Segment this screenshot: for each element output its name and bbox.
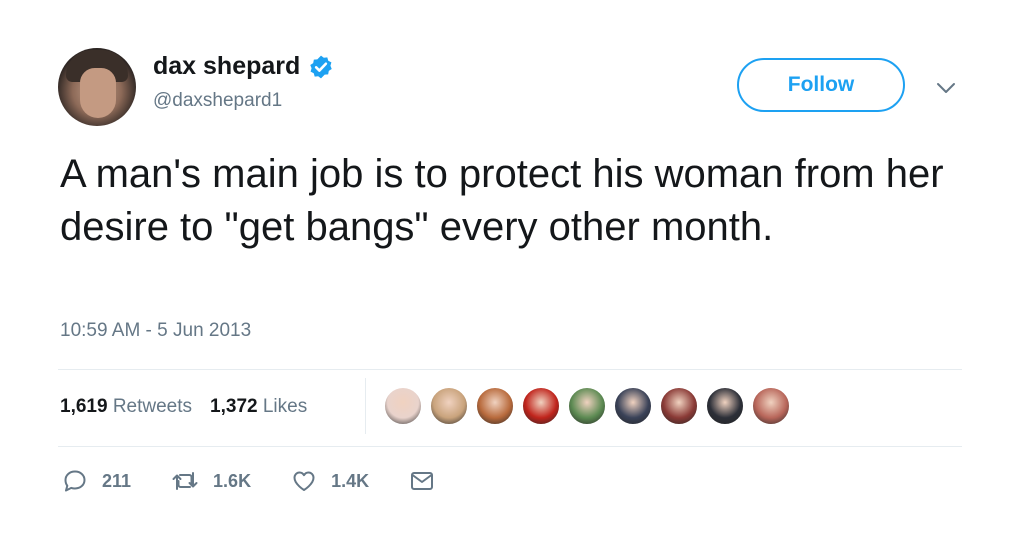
likes-label: Likes xyxy=(262,396,308,417)
liker-avatar-9[interactable] xyxy=(752,387,790,425)
avatar-face xyxy=(80,68,116,118)
liker-avatar-3[interactable] xyxy=(476,387,514,425)
retweets-stat[interactable]: 1,619 Retweets xyxy=(60,396,192,418)
author-name-row: dax shepard xyxy=(153,52,334,81)
retweets-count: 1,619 xyxy=(60,396,108,417)
likes-count: 1,372 xyxy=(210,396,258,417)
likes-stat[interactable]: 1,372 Likes xyxy=(210,396,307,418)
retweet-count: 1.6K xyxy=(213,470,252,491)
avatar[interactable] xyxy=(58,48,136,126)
tweet-timestamp[interactable]: 10:59 AM - 5 Jun 2013 xyxy=(60,320,251,342)
like-button[interactable]: 1.4K xyxy=(291,468,369,494)
liker-avatar-4[interactable] xyxy=(522,387,560,425)
stats-separator xyxy=(365,378,366,434)
reply-icon xyxy=(64,470,86,492)
retweets-label: Retweets xyxy=(112,396,193,417)
chevron-down-icon[interactable] xyxy=(935,80,957,96)
user-handle[interactable]: @daxshepard1 xyxy=(153,90,282,112)
like-count: 1.4K xyxy=(331,470,370,491)
retweet-button[interactable]: 1.6K xyxy=(171,468,251,494)
envelope-icon xyxy=(411,472,434,490)
liker-avatar-5[interactable] xyxy=(568,387,606,425)
liker-avatar-2[interactable] xyxy=(430,387,468,425)
liker-avatars xyxy=(384,387,798,425)
heart-icon xyxy=(293,471,315,491)
direct-message-button[interactable] xyxy=(409,470,449,492)
tweet-actions: 211 1.6K 1.4K xyxy=(62,468,489,494)
follow-button[interactable]: Follow xyxy=(737,58,905,112)
liker-avatar-8[interactable] xyxy=(706,387,744,425)
divider-bottom xyxy=(58,446,962,447)
divider-top xyxy=(58,369,962,370)
engagement-stats: 1,619 Retweets 1,372 Likes xyxy=(60,396,325,418)
reply-count: 211 xyxy=(102,470,132,491)
retweet-icon xyxy=(172,472,198,490)
tweet-text: A man's main job is to protect his woman… xyxy=(60,152,944,249)
liker-avatar-7[interactable] xyxy=(660,387,698,425)
display-name[interactable]: dax shepard xyxy=(153,52,300,81)
verified-badge-icon xyxy=(310,55,333,78)
liker-avatar-6[interactable] xyxy=(614,387,652,425)
liker-avatar-1[interactable] xyxy=(384,387,422,425)
reply-button[interactable]: 211 xyxy=(62,468,131,494)
